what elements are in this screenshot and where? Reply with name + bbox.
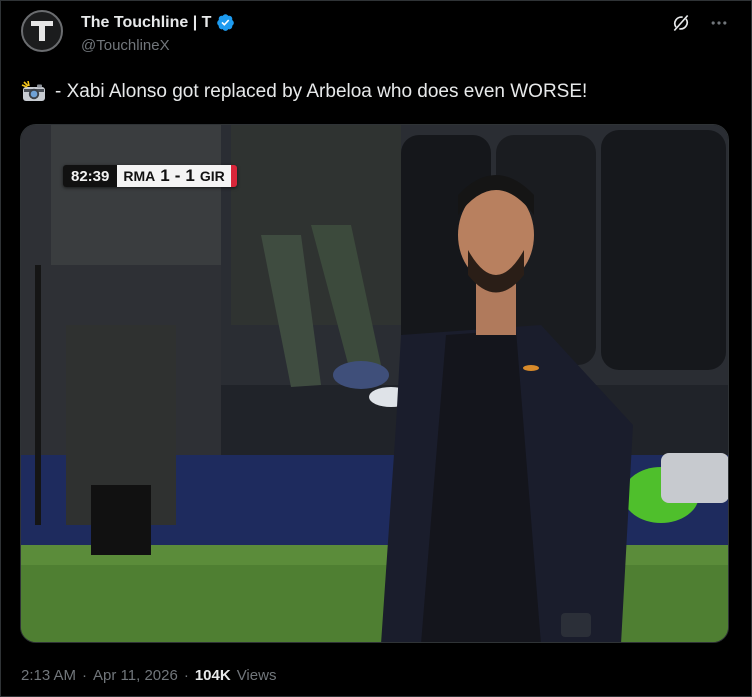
views-label: Views: [236, 667, 277, 684]
tweet-body: - Xabi Alonso got replaced by Arbeloa wh…: [55, 81, 588, 102]
tweet-card: The Touchline | T @TouchlineX - Xabi Alo…: [0, 0, 752, 697]
away-team: GIR: [199, 168, 225, 184]
camera-with-flash-icon: [21, 81, 47, 103]
post-date[interactable]: Apr 11, 2026: [93, 667, 178, 684]
more-options-icon[interactable]: [709, 13, 729, 33]
grok-icon[interactable]: [671, 13, 691, 33]
match-clock: 82:39: [63, 165, 118, 187]
touchline-logo-icon: [31, 21, 53, 41]
avatar[interactable]: [21, 10, 63, 52]
author-handle[interactable]: @TouchlineX: [81, 37, 170, 54]
author-name-row: The Touchline | T: [81, 13, 235, 32]
tweet-meta: 2:13 AM · Apr 11, 2026 · 104K Views: [21, 667, 276, 684]
meta-dot: ·: [82, 667, 88, 684]
views-count: 104K: [194, 667, 231, 684]
score-separator: -: [174, 166, 181, 185]
home-team: RMA: [123, 168, 156, 184]
post-time[interactable]: 2:13 AM: [21, 667, 76, 684]
away-team-color: [230, 165, 237, 187]
tweet-media[interactable]: 82:39 RMA 1 - 1 GIR: [20, 124, 729, 643]
verified-badge-icon[interactable]: [216, 13, 235, 32]
author-display-name[interactable]: The Touchline | T: [81, 14, 211, 32]
broadcast-frame-image: [21, 125, 728, 642]
home-score: 1: [160, 166, 170, 185]
tweet-text: - Xabi Alonso got replaced by Arbeloa wh…: [21, 80, 587, 104]
meta-dot: ·: [183, 667, 189, 684]
scorebug: 82:39 RMA 1 - 1 GIR: [63, 165, 237, 187]
away-score: 1: [185, 166, 195, 185]
top-actions: [671, 13, 729, 33]
score-teams: RMA 1 - 1 GIR: [117, 165, 231, 187]
